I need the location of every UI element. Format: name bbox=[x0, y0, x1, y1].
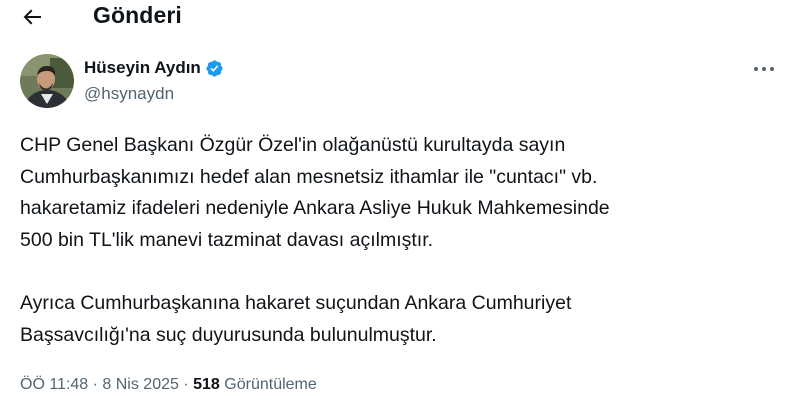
views-label: Görüntüleme bbox=[219, 376, 317, 393]
tweet-meta: ÖÖ 11:48 · 8 Nis 2025 · 518 Görüntüleme bbox=[20, 376, 317, 394]
tweet-line: CHP Genel Başkanı Özgür Özel'in olağanüs… bbox=[20, 134, 566, 156]
avatar-photo bbox=[20, 54, 74, 108]
tweet-time[interactable]: ÖÖ 11:48 bbox=[20, 376, 88, 393]
tweet-date[interactable]: 8 Nis 2025 bbox=[102, 376, 179, 393]
top-bar: Gönderi bbox=[0, 0, 800, 34]
meta-separator: · bbox=[88, 376, 103, 393]
author-handle[interactable]: @hsynaydn bbox=[84, 84, 174, 104]
tweet-text: CHP Genel Başkanı Özgür Özel'in olağanüs… bbox=[20, 130, 790, 351]
author-name-row: Hüseyin Aydın bbox=[84, 58, 224, 78]
verified-badge-icon bbox=[205, 59, 224, 78]
tweet-line: Ayrıca Cumhurbaşkanına hakaret suçundan … bbox=[20, 291, 572, 314]
arrow-left-icon bbox=[23, 9, 41, 25]
more-options-button[interactable] bbox=[752, 64, 776, 74]
avatar[interactable] bbox=[20, 54, 74, 108]
tweet-line: Cumhurbaşkanımızı hedef alan mesnetsiz i… bbox=[20, 165, 598, 188]
back-button[interactable] bbox=[20, 5, 44, 29]
meta-separator: · bbox=[178, 376, 194, 393]
tweet-line: Başsavcılığı'na suç duyurusunda bulunulm… bbox=[20, 323, 437, 346]
views-count: 518 bbox=[193, 376, 220, 393]
tweet-line: hakaretamiz ifadeleri nedeniyle Ankara A… bbox=[20, 197, 610, 220]
tweet-line: 500 bin TL'lik manevi tazminat davası aç… bbox=[20, 228, 434, 251]
page-title: Gönderi bbox=[93, 2, 182, 28]
author-name[interactable]: Hüseyin Aydın bbox=[84, 58, 201, 78]
more-horizontal-icon bbox=[754, 67, 774, 71]
